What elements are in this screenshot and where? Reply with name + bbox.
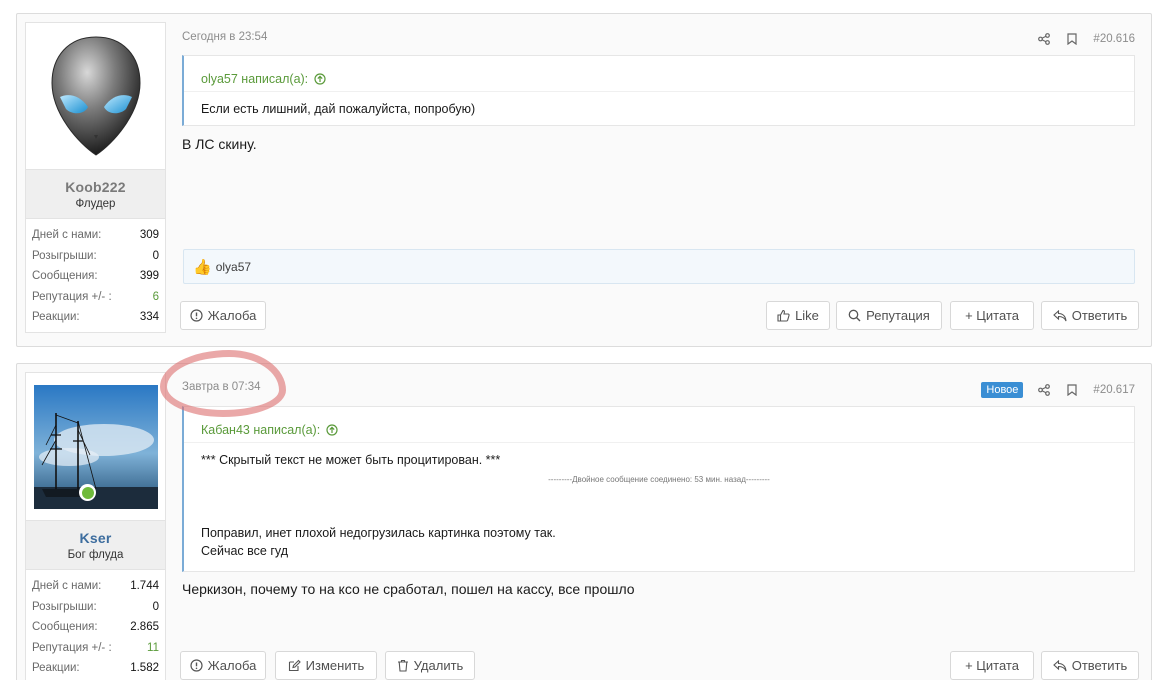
reactions-bar[interactable]: 👍 olya57 <box>183 249 1135 284</box>
quote-author[interactable]: Кабан43 написал(а): <box>201 423 320 437</box>
avatar[interactable] <box>26 23 165 169</box>
stat-row: Розыгрыши: 0 <box>32 249 159 262</box>
avatar[interactable] <box>26 373 165 520</box>
alien-avatar-icon <box>50 36 141 156</box>
report-button[interactable]: Жалоба <box>180 301 266 330</box>
thumbs-up-icon <box>777 309 790 322</box>
delete-button[interactable]: Удалить <box>385 651 475 680</box>
quote-hidden-text: *** Скрытый текст не может быть процитир… <box>201 453 501 467</box>
quote-button[interactable]: + Цитата <box>950 301 1034 330</box>
reply-button[interactable]: Ответить <box>1041 301 1139 330</box>
arrow-up-circle-icon[interactable] <box>326 423 338 436</box>
user-title: Флудер <box>75 198 116 210</box>
bookmark-icon[interactable] <box>1065 383 1079 397</box>
reply-icon <box>1052 659 1067 671</box>
online-status-icon <box>79 484 96 501</box>
search-icon <box>848 309 861 322</box>
user-info: Kser Бог флуда Дней с нами: 1.744 Розыгры… <box>25 372 166 680</box>
stat-row: Сообщения: 399 <box>32 270 159 282</box>
stat-row: Реакции: 1.582 <box>32 662 159 674</box>
user-stats: Дней с нами: 309 Розыгрыши: 0 Сообщения: 39… <box>26 219 165 332</box>
stat-row: Дней с нами: 309 <box>32 229 159 241</box>
stat-row: Розыгрыши: 0 <box>32 600 159 613</box>
quote-button[interactable]: + Цитата <box>950 651 1034 680</box>
user-stats: Дней с нами: 1.744 Розыгрыши: 0 Сообщения:… <box>26 570 165 680</box>
post-number[interactable]: #20.616 <box>1093 33 1135 45</box>
stat-row: Дней с нами: 1.744 <box>32 580 159 592</box>
edit-button[interactable]: Изменить <box>275 651 377 680</box>
stat-row: Репутация +/- :11 <box>32 641 159 654</box>
stat-row: Сообщения: 2.865 <box>32 621 159 633</box>
username[interactable]: Koob222 <box>26 179 165 195</box>
quote-text: Сейчас все гуд <box>201 544 289 558</box>
like-button[interactable]: Like <box>766 301 830 330</box>
post-text: Черкизон, почему то на ксо не сработал, … <box>182 581 635 597</box>
share-icon[interactable] <box>1037 383 1051 397</box>
share-icon[interactable] <box>1037 32 1051 46</box>
post: Koob222 Флудер Дней с нами: 309 Розыгрыши… <box>16 13 1152 347</box>
user-info: Koob222 Флудер Дней с нами: 309 Розыгрыши… <box>25 22 166 333</box>
quote-text: Если есть лишний, дай пожалуйста, попроб… <box>201 102 476 116</box>
reply-icon <box>1052 309 1067 321</box>
alert-icon <box>190 309 203 322</box>
new-badge: Новое <box>981 382 1024 398</box>
merged-notice: ---------Двойное сообщение соединено: 53… <box>548 475 770 484</box>
post: Kser Бог флуда Дней с нами: 1.744 Розыгры… <box>16 363 1152 680</box>
quote-text: Поправил, инет плохой недогрузилась карт… <box>201 526 556 540</box>
edit-icon <box>288 659 301 672</box>
post-time[interactable]: Завтра в 07:34 <box>182 381 261 393</box>
reaction-users[interactable]: olya57 <box>216 260 251 274</box>
username[interactable]: Kser <box>26 530 165 546</box>
quote-block: olya57 написал(а): Если есть лишний, дай… <box>182 55 1135 126</box>
quote-block: Кабан43 написал(а): *** Скрытый текст не… <box>182 406 1135 572</box>
post-text: В ЛС скину. <box>182 136 257 152</box>
stat-row: Реакции: 334 <box>32 311 159 323</box>
thumbs-up-icon: 👍 <box>193 258 212 276</box>
alert-icon <box>190 659 203 672</box>
quote-author[interactable]: olya57 написал(а): <box>201 72 308 86</box>
stat-row: Репутация +/- :6 <box>32 290 159 303</box>
post-number[interactable]: #20.617 <box>1093 384 1135 396</box>
reply-button[interactable]: Ответить <box>1041 651 1139 680</box>
report-button[interactable]: Жалоба <box>180 651 266 680</box>
post-time[interactable]: Сегодня в 23:54 <box>182 31 267 43</box>
bookmark-icon[interactable] <box>1065 32 1079 46</box>
trash-icon <box>397 659 408 672</box>
reputation-button[interactable]: Репутация <box>836 301 942 330</box>
arrow-up-circle-icon[interactable] <box>314 72 326 85</box>
user-title: Бог флуда <box>67 549 124 561</box>
